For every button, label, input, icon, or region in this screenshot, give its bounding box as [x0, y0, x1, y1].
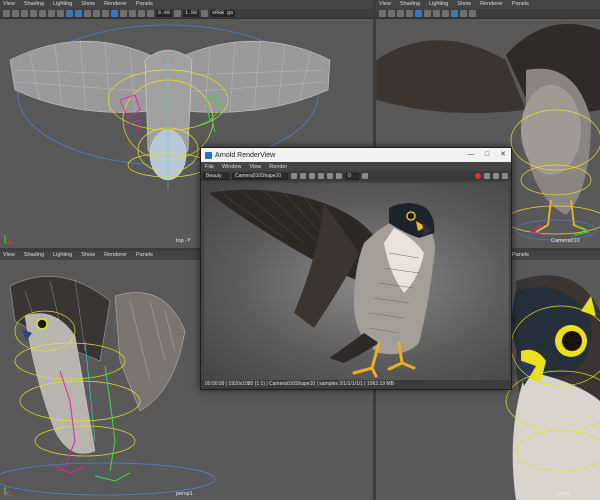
- xray-icon[interactable]: [66, 10, 73, 17]
- menu-view[interactable]: View: [3, 251, 15, 260]
- exposure-icon[interactable]: [336, 173, 342, 179]
- color-management-icon[interactable]: [201, 10, 209, 17]
- aa-icon[interactable]: [84, 10, 91, 17]
- isolate-icon[interactable]: [451, 10, 458, 17]
- smooth-shade-icon[interactable]: [30, 10, 37, 17]
- resolution-icon[interactable]: [129, 10, 136, 17]
- menu-renderer[interactable]: Renderer: [480, 0, 503, 9]
- menu-view[interactable]: View: [249, 164, 261, 170]
- menu-lighting[interactable]: Lighting: [53, 251, 72, 260]
- menu-renderer[interactable]: Renderer: [104, 251, 127, 260]
- shadows-icon[interactable]: [57, 10, 64, 17]
- menu-show[interactable]: Show: [81, 251, 95, 260]
- dof-icon[interactable]: [93, 10, 100, 17]
- arnold-renderview-window: Arnold RenderView — □ ✕ File Window View…: [200, 147, 512, 390]
- gamma-icon[interactable]: [174, 10, 182, 17]
- rendered-falcon: [209, 189, 435, 378]
- menu-panels[interactable]: Panels: [136, 0, 153, 9]
- exposure-icon[interactable]: [147, 10, 154, 17]
- menu-panels[interactable]: Panels: [136, 251, 153, 260]
- isolate-icon[interactable]: [75, 10, 82, 17]
- viewport-menu-bar: View Shading Lighting Show Renderer Pane…: [376, 0, 600, 9]
- gamma-icon[interactable]: [362, 173, 368, 179]
- render-image: [204, 183, 509, 381]
- crop-icon[interactable]: [300, 173, 306, 179]
- menu-view[interactable]: View: [379, 0, 391, 9]
- wireframe-icon[interactable]: [397, 10, 404, 17]
- motion-blur-icon[interactable]: [102, 10, 109, 17]
- aov-select[interactable]: Beauty: [203, 172, 229, 180]
- window-title: Arnold RenderView: [215, 151, 276, 159]
- viewport-toolbar: 0.00 1.00 sRGB ga: [0, 9, 373, 19]
- fit-icon[interactable]: [309, 173, 315, 179]
- camera-icon[interactable]: [3, 10, 10, 17]
- play-icon[interactable]: [291, 173, 297, 179]
- settings-icon[interactable]: [502, 173, 508, 179]
- dof-icon[interactable]: [469, 10, 476, 17]
- refresh-icon[interactable]: [484, 173, 490, 179]
- camera-label: Camera010: [551, 238, 580, 244]
- wireframe-icon[interactable]: [21, 10, 28, 17]
- shadows-icon[interactable]: [433, 10, 440, 17]
- menu-window[interactable]: Window: [222, 164, 242, 170]
- lights-icon[interactable]: [424, 10, 431, 17]
- axis-gizmo-icon: [4, 235, 13, 244]
- minimize-icon[interactable]: —: [463, 148, 479, 162]
- render-status-bar: 00:00:09 | 1920x1080 (1:1) | Camera010Sh…: [201, 380, 511, 389]
- camera-label: persp: [557, 491, 571, 497]
- channels-icon[interactable]: [327, 173, 333, 179]
- stop-render-icon[interactable]: [475, 173, 481, 179]
- menu-lighting[interactable]: Lighting: [429, 0, 448, 9]
- gate-icon[interactable]: [120, 10, 127, 17]
- safe-action-icon[interactable]: [138, 10, 145, 17]
- menu-show[interactable]: Show: [457, 0, 471, 9]
- close-icon[interactable]: ✕: [495, 148, 511, 162]
- zoom-icon[interactable]: [318, 173, 324, 179]
- menu-file[interactable]: File: [205, 164, 214, 170]
- renderview-menu-bar: File Window View Render: [201, 162, 511, 171]
- camera-label: top -Y: [176, 238, 191, 244]
- aa-icon[interactable]: [460, 10, 467, 17]
- menu-renderer[interactable]: Renderer: [104, 0, 127, 9]
- smooth-shade-icon[interactable]: [406, 10, 413, 17]
- hud-icon[interactable]: [111, 10, 118, 17]
- exposure-field[interactable]: 0.00: [156, 10, 173, 17]
- snapshot-icon[interactable]: [493, 173, 499, 179]
- menu-lighting[interactable]: Lighting: [53, 0, 72, 9]
- renderview-toolbar: Beauty Camera010Shape10 0: [201, 171, 511, 181]
- camera-icon[interactable]: [379, 10, 386, 17]
- camera-select[interactable]: Camera010Shape10: [232, 172, 288, 180]
- gamma-field[interactable]: 1.00: [183, 10, 200, 17]
- texture-icon[interactable]: [39, 10, 46, 17]
- menu-render[interactable]: Render: [269, 164, 287, 170]
- viewport-menu-bar: View Shading Lighting Show Renderer Pane…: [0, 0, 373, 9]
- grid-icon[interactable]: [12, 10, 19, 17]
- arnold-logo-icon: [205, 151, 212, 159]
- menu-view[interactable]: View: [3, 0, 15, 9]
- menu-shading[interactable]: Shading: [24, 251, 44, 260]
- exposure-field[interactable]: 0: [345, 172, 359, 180]
- menu-show[interactable]: Show: [81, 0, 95, 9]
- texture-icon[interactable]: [415, 10, 422, 17]
- menu-shading[interactable]: Shading: [24, 0, 44, 9]
- lights-icon[interactable]: [48, 10, 55, 17]
- menu-panels[interactable]: Panels: [512, 0, 529, 9]
- xray-icon[interactable]: [442, 10, 449, 17]
- menu-panels[interactable]: Panels: [512, 251, 529, 260]
- axis-gizmo-icon: [4, 487, 13, 496]
- maya-workspace: View Shading Lighting Show Renderer Pane…: [0, 0, 600, 500]
- grid-icon[interactable]: [388, 10, 395, 17]
- viewport-toolbar: [376, 9, 600, 19]
- view-transform-field[interactable]: sRGB ga: [210, 10, 236, 17]
- menu-shading[interactable]: Shading: [400, 0, 420, 9]
- camera-label: persp1: [176, 491, 193, 497]
- maximize-icon[interactable]: □: [479, 148, 495, 162]
